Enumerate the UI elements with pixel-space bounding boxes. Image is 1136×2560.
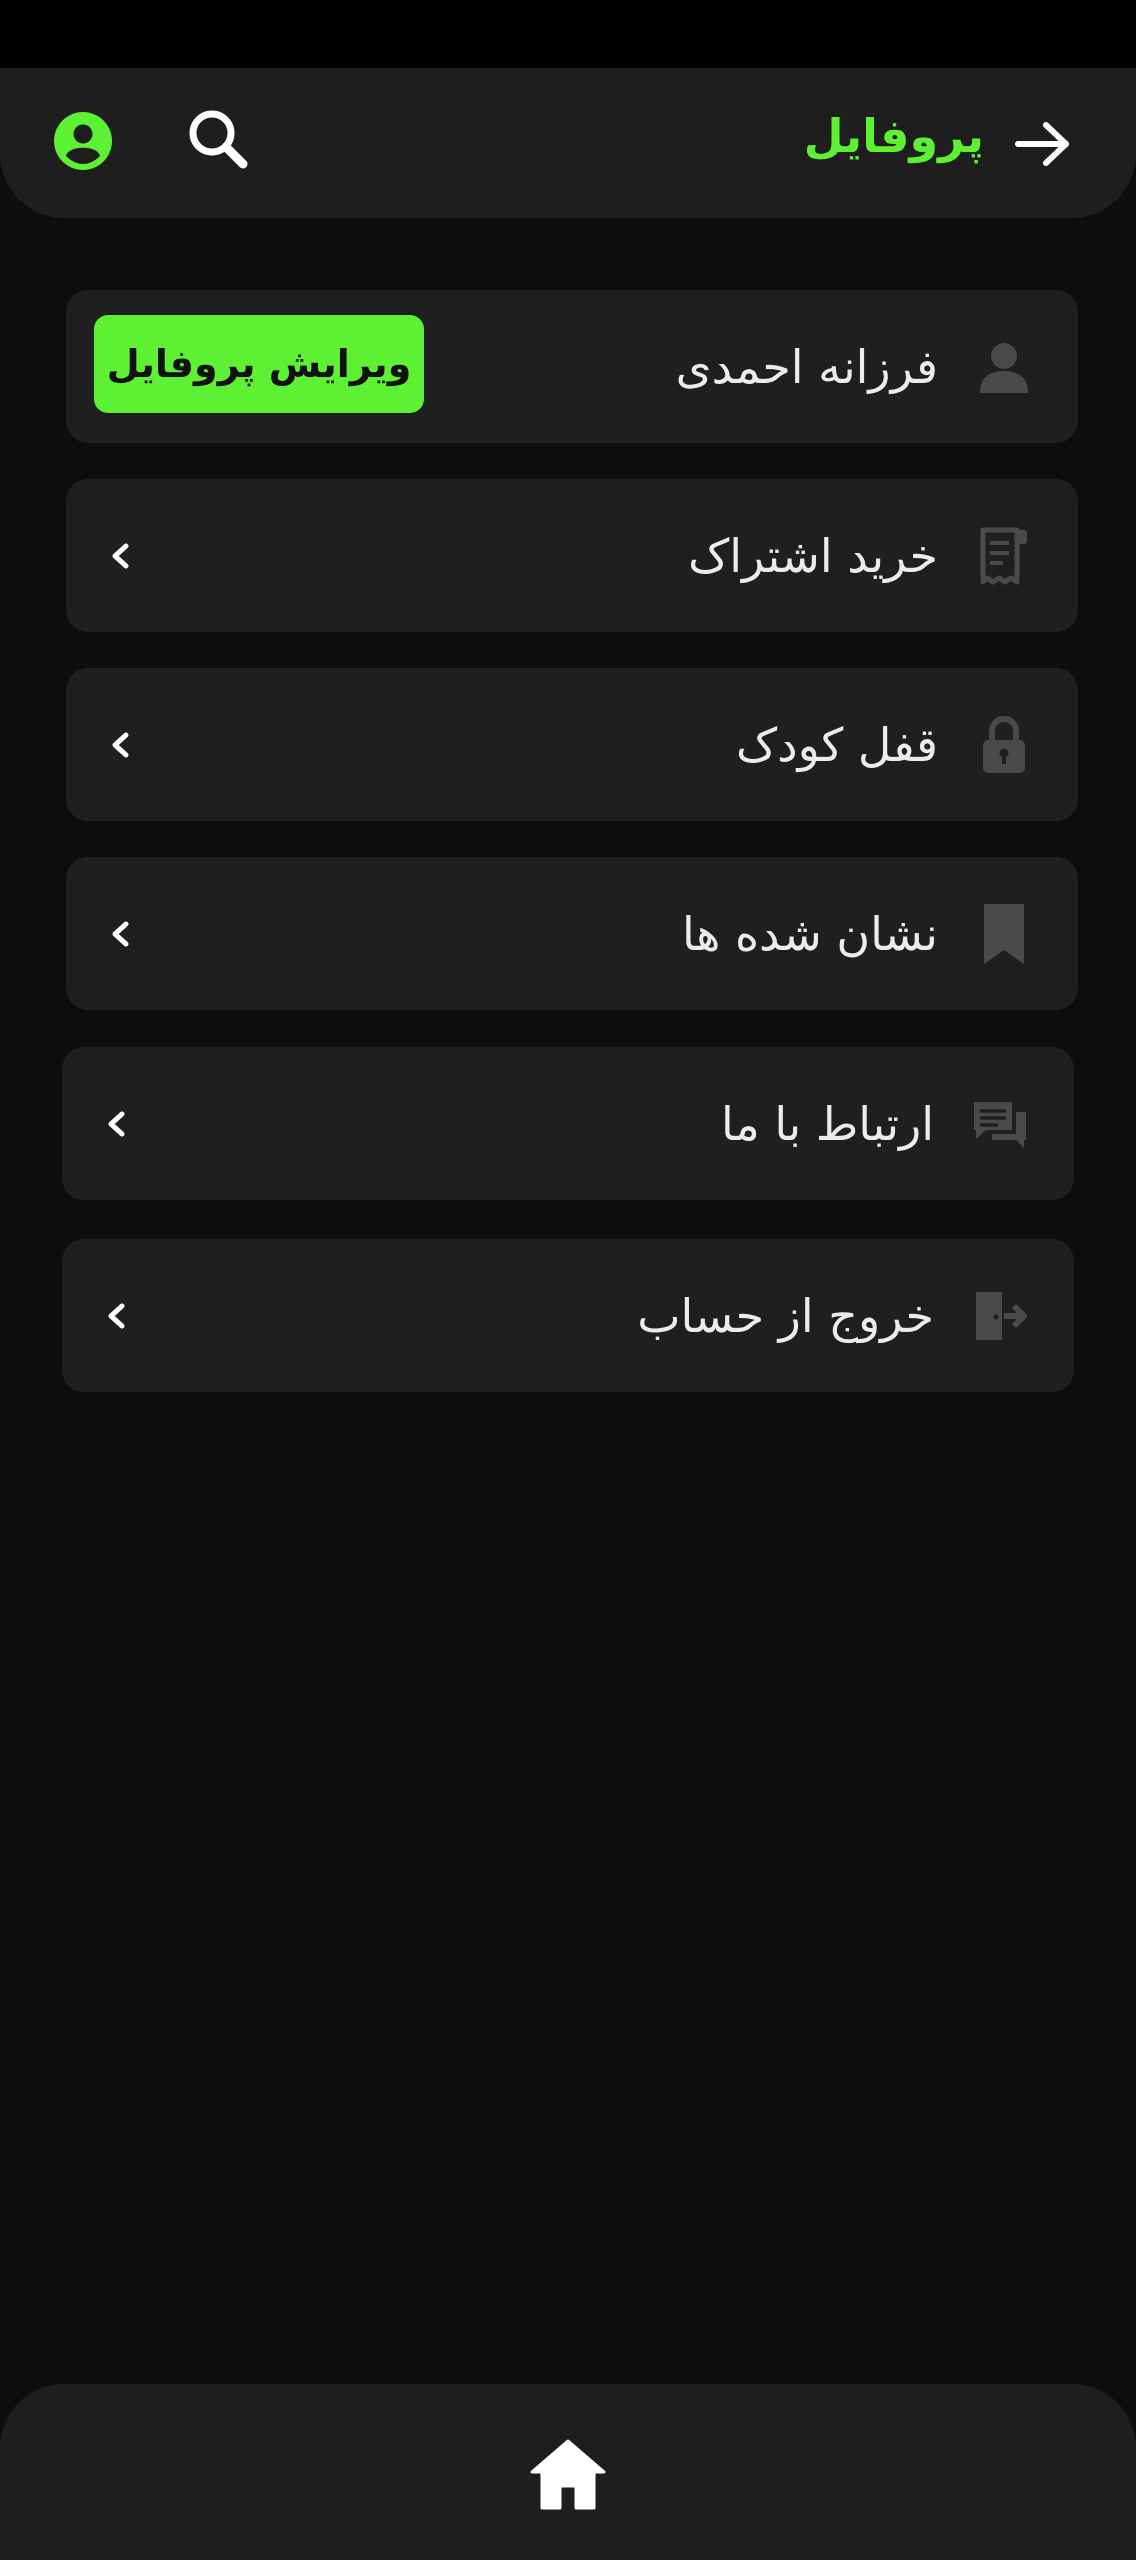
chevron-left-icon (102, 1299, 130, 1333)
bottom-nav (0, 2384, 1136, 2560)
menu-item-label: ارتباط با ما (721, 1096, 934, 1151)
user-icon (976, 335, 1032, 399)
chevron-left-icon (106, 917, 134, 951)
menu-item-child-lock[interactable]: قفل کودک (66, 668, 1078, 821)
menu-item-label: خرید اشتراک (688, 528, 938, 583)
menu-item-label: خروج از حساب (637, 1288, 934, 1343)
account-circle-icon[interactable] (50, 108, 116, 174)
chevron-left-icon (106, 539, 134, 573)
menu-item-label: نشان شده ها (682, 906, 938, 961)
home-icon[interactable] (528, 2434, 608, 2514)
arrow-right-icon[interactable] (1010, 116, 1078, 172)
edit-profile-button[interactable]: ویرایش پروفایل (94, 315, 424, 413)
menu-item-bookmarks[interactable]: نشان شده ها (66, 857, 1078, 1010)
chat-icon (972, 1092, 1028, 1156)
logout-icon (972, 1284, 1028, 1348)
status-bar (0, 0, 1136, 68)
app-header: پروفایل (0, 68, 1136, 218)
bookmark-icon (976, 902, 1032, 966)
search-icon[interactable] (182, 103, 254, 175)
menu-item-label: قفل کودک (735, 717, 938, 772)
menu-item-subscription[interactable]: خرید اشتراک (66, 479, 1078, 632)
menu-item-contact-us[interactable]: ارتباط با ما (62, 1047, 1074, 1200)
user-name: فرزانه احمدی (675, 339, 938, 394)
profile-card: فرزانه احمدی ویرایش پروفایل (66, 290, 1078, 443)
lock-icon (976, 713, 1032, 777)
page-title: پروفایل (803, 109, 984, 163)
chevron-left-icon (106, 728, 134, 762)
menu-item-logout[interactable]: خروج از حساب (62, 1239, 1074, 1392)
chevron-left-icon (102, 1107, 130, 1141)
receipt-icon (976, 524, 1032, 588)
